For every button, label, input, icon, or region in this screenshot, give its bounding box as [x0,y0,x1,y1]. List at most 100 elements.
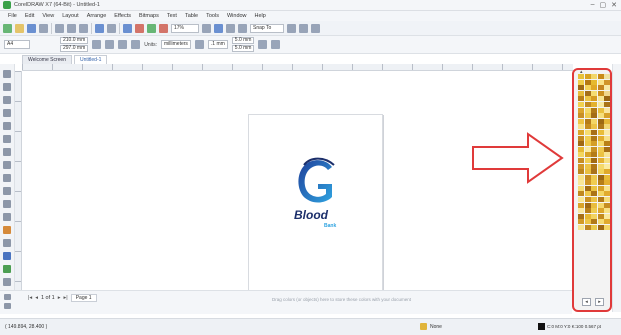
color-swatch[interactable] [591,174,598,180]
color-swatch[interactable] [597,101,604,107]
color-swatch[interactable] [597,74,604,79]
publish-pdf-icon[interactable] [159,23,168,33]
color-swatch[interactable] [597,85,604,91]
color-swatch[interactable] [591,146,598,152]
polygon-tool-icon[interactable] [3,174,11,182]
color-swatch[interactable] [597,146,604,152]
color-swatch[interactable] [597,96,604,102]
color-swatch[interactable] [584,169,591,175]
color-swatch[interactable] [584,163,591,169]
maximize-button[interactable]: ▢ [600,1,607,9]
page-height-field[interactable]: 297.0 mm [60,45,89,52]
portrait-icon[interactable] [92,40,102,49]
color-swatch[interactable] [584,185,591,191]
color-swatch[interactable] [604,219,611,225]
transparency-tool-icon[interactable] [3,239,11,247]
last-page-button[interactable]: ▸| [64,295,68,301]
color-swatch[interactable] [584,152,591,158]
freehand-tool-icon[interactable] [3,122,11,130]
vertical-ruler[interactable] [15,71,22,290]
menu-help[interactable]: Help [251,13,270,19]
color-swatch[interactable] [597,174,604,180]
color-swatch[interactable] [591,213,598,219]
pan-icon[interactable] [4,294,11,300]
color-swatch[interactable] [584,180,591,186]
color-swatch[interactable] [584,202,591,208]
color-swatch[interactable] [584,208,591,214]
duplicate-x-field[interactable]: 5.0 mm [231,37,255,44]
color-swatch[interactable] [604,107,611,113]
color-swatch[interactable] [584,90,591,96]
pick-tool-icon[interactable] [3,70,11,78]
color-swatch[interactable] [578,146,584,152]
color-swatch[interactable] [591,169,598,175]
full-screen-icon[interactable] [202,23,211,33]
color-swatch[interactable] [578,169,584,175]
color-swatch[interactable] [604,208,611,214]
menu-view[interactable]: View [38,13,58,19]
interactive-fill-icon[interactable] [3,265,11,273]
color-swatch[interactable] [604,90,611,96]
color-swatch[interactable] [578,202,584,208]
tab-untitled-1[interactable]: Untitled-1 [73,55,108,64]
color-swatch[interactable] [597,113,604,119]
undo-icon[interactable] [95,23,104,33]
menu-arrange[interactable]: Arrange [83,13,111,19]
color-swatch[interactable] [591,96,598,102]
color-swatch[interactable] [597,157,604,163]
color-swatch[interactable] [604,129,611,135]
color-swatch[interactable] [578,225,584,231]
page-tab-1[interactable]: Page 1 [70,294,97,302]
color-swatch[interactable] [604,79,611,85]
color-swatch[interactable] [591,101,598,107]
color-swatch[interactable] [597,79,604,85]
color-swatch[interactable] [604,96,611,102]
color-swatch[interactable] [591,124,598,130]
color-swatch[interactable] [578,180,584,186]
color-swatch[interactable] [597,180,604,186]
nudge-distance-field[interactable]: .1 mm [207,40,228,49]
document-page[interactable]: Blood Bank [248,114,383,291]
copy-icon[interactable] [67,23,76,33]
color-swatch[interactable] [597,135,604,141]
color-swatch[interactable] [578,79,584,85]
connector-tool-icon[interactable] [3,213,11,221]
parallel-dimension-icon[interactable] [3,200,11,208]
color-swatch[interactable] [597,152,604,158]
color-swatch[interactable] [604,101,611,107]
color-swatch[interactable] [578,163,584,169]
save-icon[interactable] [27,23,36,33]
current-page-icon[interactable] [131,40,141,49]
color-swatch[interactable] [597,225,604,231]
color-swatch[interactable] [591,129,598,135]
color-swatch[interactable] [604,85,611,91]
color-swatch[interactable] [604,213,611,219]
rectangle-tool-icon[interactable] [3,148,11,156]
color-swatch[interactable] [597,208,604,214]
horizontal-ruler[interactable] [22,64,573,71]
redo-icon[interactable] [107,23,116,33]
color-swatch[interactable] [584,79,591,85]
color-swatch[interactable] [597,141,604,147]
color-swatch[interactable] [584,225,591,231]
color-swatch[interactable] [584,141,591,147]
color-swatch[interactable] [597,213,604,219]
zoom-tool-icon[interactable] [3,109,11,117]
close-button[interactable]: ✕ [611,1,617,9]
minimize-button[interactable]: – [591,1,595,9]
color-swatch[interactable] [597,185,604,191]
options-icon[interactable] [311,23,320,33]
color-swatch[interactable] [584,146,591,152]
text-tool-icon[interactable] [3,187,11,195]
all-pages-icon[interactable] [118,40,128,49]
color-swatch[interactable] [584,101,591,107]
color-swatch[interactable] [597,191,604,197]
color-swatch[interactable] [604,191,611,197]
new-document-icon[interactable] [3,23,12,33]
color-swatch[interactable] [584,107,591,113]
color-swatch[interactable] [578,185,584,191]
drop-shadow-icon[interactable] [3,226,11,234]
color-swatch[interactable] [591,208,598,214]
color-swatch[interactable] [604,185,611,191]
color-swatch[interactable] [578,191,584,197]
